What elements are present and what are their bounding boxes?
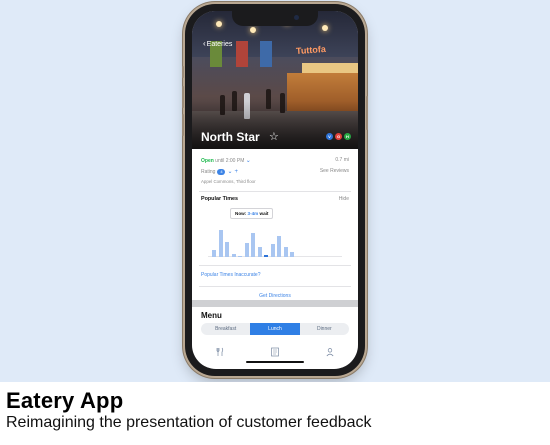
add-icon[interactable]: +	[234, 169, 238, 175]
now-wait-tooltip: Now: 3-4m wait	[230, 208, 274, 219]
caption-title: Eatery App	[6, 388, 124, 413]
mute-switch	[182, 66, 184, 78]
utensils-icon[interactable]	[215, 344, 225, 356]
get-directions-link[interactable]: Get Directions	[192, 293, 358, 299]
status-badge: H	[344, 133, 351, 140]
status-badge: G	[335, 133, 342, 140]
open-hours[interactable]: Open until 2:00 PM ⌄	[201, 157, 251, 164]
popular-times-bar[interactable]	[225, 242, 229, 257]
popular-times-inaccurate-link[interactable]: Popular Times Inaccurate?	[201, 272, 260, 278]
address: Appel Commons, Third floor	[201, 179, 256, 184]
see-reviews-link[interactable]: See Reviews	[320, 168, 349, 174]
popular-times-bar[interactable]	[218, 230, 223, 257]
popular-times-bar[interactable]	[290, 252, 294, 257]
showcase-stage: Tuttofa ‹Eateries North Star ☆ V G H Ope…	[0, 0, 550, 382]
divider	[199, 286, 351, 287]
home-indicator	[246, 361, 304, 363]
rating-row[interactable]: Rating 4 ⌄ +	[201, 168, 238, 175]
divider	[199, 191, 351, 192]
popular-times-bar[interactable]	[277, 236, 281, 257]
now-prefix: Now:	[235, 211, 247, 216]
distance: 0.7 mi	[335, 157, 349, 163]
open-until: until 2:00 PM	[215, 158, 245, 164]
menu-list-icon[interactable]	[270, 344, 280, 357]
popular-times-title: Popular Times	[201, 196, 239, 202]
rating-label: Rating	[201, 168, 216, 175]
caption-subtitle: Reimagining the presentation of customer…	[6, 414, 372, 431]
popular-times-bar[interactable]	[257, 247, 262, 257]
back-button[interactable]: ‹Eateries	[203, 39, 232, 48]
status-badges: V G H	[326, 133, 351, 140]
ceiling-light	[322, 25, 328, 31]
front-camera	[294, 15, 299, 20]
popular-times-bar[interactable]	[251, 233, 255, 257]
phone-screen: Tuttofa ‹Eateries North Star ☆ V G H Ope…	[192, 11, 358, 369]
favorite-star-icon[interactable]: ☆	[269, 130, 279, 144]
phone-frame: Tuttofa ‹Eateries North Star ☆ V G H Ope…	[182, 4, 368, 376]
chevron-down-icon: ⌄	[227, 169, 233, 175]
popular-times-bar-current[interactable]	[264, 255, 268, 257]
divider	[199, 265, 351, 266]
popular-times-bar[interactable]	[231, 254, 236, 257]
segment-lunch[interactable]: Lunch	[250, 323, 300, 335]
volume-up-button	[182, 86, 184, 108]
popular-times-bar[interactable]	[270, 244, 275, 257]
ceiling-light	[250, 27, 256, 33]
popular-times-bar[interactable]	[212, 250, 216, 257]
ceiling-light	[216, 21, 222, 27]
chevron-down-icon: ⌄	[245, 158, 251, 164]
open-status: Open	[201, 158, 214, 164]
chevron-left-icon: ‹	[203, 39, 206, 48]
now-wait-value: 3-4m	[247, 211, 259, 216]
hide-button[interactable]: Hide	[339, 196, 349, 202]
status-badge: V	[326, 133, 333, 140]
profile-icon[interactable]	[325, 344, 335, 357]
popular-times-bar[interactable]	[238, 256, 242, 257]
popular-times-bar[interactable]	[283, 247, 288, 257]
caption: Eatery App Reimagining the presentation …	[0, 382, 550, 445]
power-button	[366, 96, 368, 130]
back-label: Eateries	[206, 41, 233, 48]
tab-bar	[192, 339, 358, 359]
notch	[232, 11, 318, 26]
store-sign: Tuttofa	[295, 43, 327, 57]
hanging-banner	[260, 41, 272, 67]
menu-title: Menu	[201, 311, 222, 320]
volume-down-button	[182, 114, 184, 136]
popular-times-chart	[208, 221, 342, 257]
meal-segmented-control: Breakfast Lunch Dinner	[201, 323, 349, 335]
hanging-banner	[236, 41, 248, 67]
section-separator	[192, 300, 358, 307]
segment-breakfast[interactable]: Breakfast	[201, 323, 250, 335]
segment-dinner[interactable]: Dinner	[300, 323, 349, 335]
popular-times-bar[interactable]	[244, 243, 249, 257]
now-suffix: wait	[259, 211, 269, 216]
rating-badge: 4	[217, 168, 226, 175]
info-section: Open until 2:00 PM ⌄ 0.7 mi Rating 4 ⌄ +…	[192, 149, 358, 189]
restaurant-name: North Star	[201, 130, 260, 144]
hero-photo: Tuttofa	[192, 11, 358, 149]
